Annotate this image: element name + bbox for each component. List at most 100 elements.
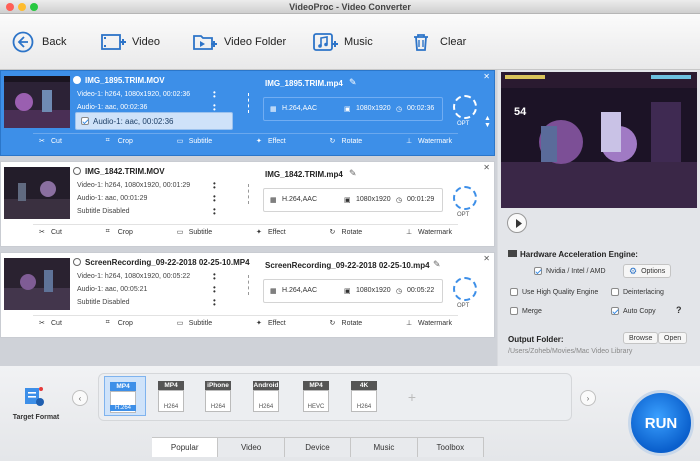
add-video-button[interactable]: Video [100, 14, 160, 70]
tab-toolbox[interactable]: Toolbox [417, 438, 485, 457]
rotate-button[interactable]: ↻ Rotate [330, 319, 363, 328]
info-icon[interactable] [73, 76, 81, 84]
audio-menu-icon[interactable]: • • [213, 284, 216, 296]
subtitle-menu-icon[interactable]: • • [213, 206, 216, 218]
info-icon[interactable] [73, 167, 81, 175]
tab-video[interactable]: Video [218, 438, 285, 457]
clear-button[interactable]: Clear [408, 14, 466, 70]
back-button[interactable]: Back [10, 14, 66, 70]
crop-button[interactable]: ⌗ Crop [106, 228, 133, 236]
watermark-button[interactable]: ⊥ Watermark [406, 319, 452, 328]
subtitle-menu-icon[interactable]: • • [213, 297, 216, 309]
format-card[interactable]: 4K H264 [346, 376, 388, 416]
audio-track-dropdown[interactable]: Audio-1: aac, 00:02:36 [75, 112, 233, 130]
track-menu-icon[interactable]: • • [213, 271, 216, 283]
rotate-button[interactable]: ↻ Rotate [330, 228, 363, 237]
subtitle-button[interactable]: ▭ Subtitle [177, 319, 212, 328]
add-format-button[interactable]: + [404, 389, 420, 405]
video-thumbnail[interactable] [4, 258, 70, 310]
track-menu-icon[interactable]: • • [213, 180, 216, 192]
help-icon[interactable]: ? [676, 305, 682, 315]
tab-popular[interactable]: Popular [152, 438, 219, 457]
info-icon[interactable] [73, 258, 81, 266]
audio-menu-icon[interactable]: • • [213, 193, 216, 205]
high-quality-checkbox[interactable] [510, 288, 518, 296]
format-card[interactable]: iPhone H264 [200, 376, 242, 416]
deinterlacing-checkbox[interactable] [611, 288, 619, 296]
rename-pencil-icon[interactable]: ✎ [349, 77, 357, 88]
play-button[interactable] [507, 213, 527, 233]
format-card[interactable]: Android H264 [248, 376, 290, 416]
rotate-button[interactable]: ↻ Rotate [329, 137, 363, 146]
rename-pencil-icon[interactable]: ✎ [349, 168, 357, 179]
nvidia-checkbox[interactable] [534, 267, 542, 275]
effect-button[interactable]: ✦ Effect [255, 319, 286, 328]
target-format-button[interactable]: Target Format [8, 384, 64, 426]
cut-button[interactable]: ✂ Cut [39, 228, 62, 237]
remove-item-icon[interactable]: ✕ [483, 163, 490, 172]
crop-button[interactable]: ⌗ Crop [106, 137, 133, 145]
nvidia-option[interactable]: Nvidia / Intel / AMD [534, 267, 606, 275]
effect-button[interactable]: ✦ Effect [256, 137, 286, 146]
merge-option[interactable]: Merge [510, 307, 542, 315]
video-item[interactable]: ScreenRecording_09-22-2018 02-25-10.MP4 … [0, 252, 495, 338]
video-preview[interactable]: 54 [501, 72, 697, 208]
format-sub: H264 [258, 404, 274, 410]
tab-music[interactable]: Music [351, 438, 418, 457]
track-menu-icon[interactable]: • • [213, 89, 216, 101]
effect-button[interactable]: ✦ Effect [256, 228, 286, 237]
browse-button[interactable]: Browse [623, 332, 659, 344]
cut-button[interactable]: ✂ Cut [39, 319, 62, 328]
audio-track-select[interactable]: Audio-1: aac, 00:02:36 [77, 104, 147, 111]
tab-device[interactable]: Device [284, 438, 352, 457]
video-thumbnail[interactable] [4, 167, 70, 219]
audio-menu-icon[interactable]: • • [213, 102, 216, 114]
codec-option-icon[interactable] [453, 277, 477, 301]
auto-copy-option[interactable]: Auto Copy [611, 307, 656, 315]
subtitle-label: Subtitle [188, 137, 213, 145]
film-add-icon [100, 31, 126, 53]
open-button[interactable]: Open [658, 332, 688, 344]
options-button[interactable]: ⚙ Options [623, 264, 672, 278]
rename-pencil-icon[interactable]: ✎ [433, 259, 441, 270]
deinterlacing-option[interactable]: Deinterlacing [611, 288, 664, 296]
codec-option-icon[interactable] [453, 186, 477, 210]
merge-checkbox[interactable] [510, 307, 518, 315]
source-file-name: IMG_1842.TRIM.MOV [85, 167, 165, 176]
add-music-button[interactable]: Music [312, 14, 373, 70]
magic-wand-icon: ✦ [255, 320, 262, 327]
video-thumbnail[interactable] [4, 76, 70, 128]
subtitle-status[interactable]: Subtitle Disabled [77, 208, 130, 215]
codec-option-icon[interactable] [453, 95, 477, 119]
output-folder-path[interactable]: /Users/Zoheb/Movies/Mac Video Library [508, 348, 632, 355]
format-card-selected[interactable]: MP4 H.264 [104, 376, 146, 416]
auto-copy-checkbox[interactable] [611, 307, 619, 315]
format-card[interactable]: MP4 HEVC [298, 376, 340, 416]
cut-button[interactable]: ✂ Cut [39, 137, 62, 146]
audio-track-select[interactable]: Audio-1: aac, 00:01:29 [77, 195, 147, 202]
remove-item-icon[interactable]: ✕ [483, 254, 490, 263]
subtitle-status[interactable]: Subtitle Disabled [77, 299, 130, 306]
watermark-button[interactable]: ⊥ Watermark [406, 137, 452, 146]
high-quality-option[interactable]: Use High Quality Engine [510, 288, 598, 296]
video-item[interactable]: IMG_1842.TRIM.MOV Video-1: h264, 1080x19… [0, 161, 495, 247]
formats-prev-button[interactable]: ‹ [72, 390, 88, 406]
format-card[interactable]: MP4 H264 [153, 376, 195, 416]
remove-item-icon[interactable]: ✕ [483, 72, 490, 81]
formats-next-button[interactable]: › [580, 390, 596, 406]
audio-track-select[interactable]: Audio-1: aac, 00:05:21 [77, 286, 147, 293]
format-tag: MP4 [158, 381, 184, 390]
audio-track-option[interactable]: Audio-1: aac, 00:02:36 [93, 117, 174, 126]
effect-label: Effect [267, 319, 286, 327]
run-button[interactable]: RUN [628, 390, 694, 456]
plus-icon: + [407, 389, 417, 405]
film-icon: ▦ [270, 288, 277, 295]
subtitle-button[interactable]: ▭ Subtitle [177, 228, 212, 237]
audio-track-checkbox[interactable] [81, 117, 89, 125]
add-video-folder-button[interactable]: Video Folder [192, 14, 286, 70]
watermark-button[interactable]: ⊥ Watermark [406, 228, 452, 237]
reorder-arrows-icon[interactable]: ▲ ▼ [484, 115, 491, 129]
crop-button[interactable]: ⌗ Crop [106, 319, 133, 327]
rotate-icon: ↻ [329, 138, 336, 145]
subtitle-button[interactable]: ▭ Subtitle [177, 137, 213, 146]
